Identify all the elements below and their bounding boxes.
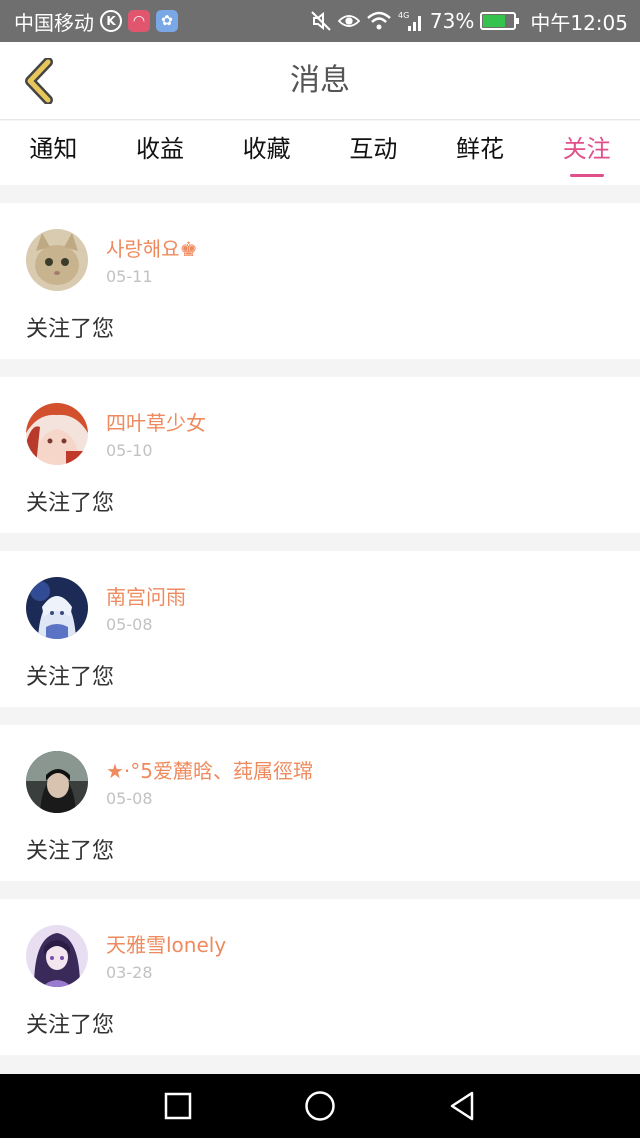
network-label: 4G [398, 11, 409, 20]
wifi-icon [366, 10, 392, 32]
status-bar: 中国移动 K ◠ ✿ 4G 73% 中午12:05 [0, 0, 640, 42]
message-date: 05-08 [106, 789, 153, 808]
list-item[interactable]: 南宫问雨 05-08 关注了您 [0, 551, 640, 707]
status-bar-left: 中国移动 K ◠ ✿ [14, 7, 178, 36]
message-text: 关注了您 [26, 1013, 115, 1038]
status-bar-right: 4G 73% 中午12:05 [310, 7, 628, 36]
page-title: 消息 [290, 63, 350, 98]
signal-icon: 4G [398, 10, 424, 32]
clock: 中午12:05 [530, 10, 628, 35]
battery-icon [480, 12, 520, 30]
chevron-left-icon [25, 58, 53, 104]
username[interactable]: 天雅雪lonely [106, 929, 226, 958]
recent-apps-button[interactable] [107, 1074, 249, 1138]
mute-icon [310, 10, 332, 32]
username[interactable]: 사랑해요♚ [106, 233, 198, 262]
message-text: 关注了您 [26, 839, 115, 864]
paw-app-icon: ✿ [156, 10, 178, 32]
home-button[interactable] [249, 1074, 391, 1138]
message-date: 03-28 [106, 963, 153, 982]
system-nav-bar [0, 1074, 640, 1138]
avatar[interactable] [26, 403, 88, 465]
message-text: 关注了您 [26, 317, 115, 342]
list-item[interactable]: ★·°5爱麓晗、莼属徑瑺 05-08 关注了您 [0, 725, 640, 881]
tab-interaction[interactable]: 互动 [320, 121, 427, 185]
message-text: 关注了您 [26, 491, 115, 516]
tab-bar: 通知 收益 收藏 互动 鲜花 关注 [0, 121, 640, 185]
username[interactable]: 南宫问雨 [106, 581, 186, 610]
recent-apps-icon [164, 1092, 192, 1120]
message-date: 05-10 [106, 441, 153, 460]
username[interactable]: 四叶草少女 [106, 407, 206, 436]
message-text: 关注了您 [26, 665, 115, 690]
carrier-label: 中国移动 [14, 10, 94, 35]
message-date: 05-08 [106, 615, 153, 634]
list-item[interactable]: 사랑해요♚ 05-11 关注了您 [0, 203, 640, 359]
header: 消息 [0, 42, 640, 120]
tab-follow[interactable]: 关注 [533, 121, 640, 185]
tab-notice[interactable]: 通知 [0, 121, 107, 185]
home-icon [305, 1091, 335, 1121]
username[interactable]: ★·°5爱麓晗、莼属徑瑺 [106, 755, 313, 784]
k-circle-icon: K [100, 10, 122, 32]
message-date: 05-11 [106, 267, 153, 286]
tab-earnings[interactable]: 收益 [107, 121, 214, 185]
red-app-icon: ◠ [128, 10, 150, 32]
nav-back-button[interactable] [391, 1074, 533, 1138]
avatar[interactable] [26, 751, 88, 813]
tab-flowers[interactable]: 鲜花 [427, 121, 534, 185]
back-icon [450, 1091, 474, 1121]
avatar[interactable] [26, 577, 88, 639]
back-button[interactable] [14, 54, 64, 108]
eye-icon [337, 10, 360, 32]
avatar[interactable] [26, 925, 88, 987]
list-item[interactable]: 四叶草少女 05-10 关注了您 [0, 377, 640, 533]
message-list: 사랑해요♚ 05-11 关注了您 四叶草少女 05-10 关注了您 南宫问雨 0… [0, 203, 640, 1073]
battery-percent: 73% [429, 9, 475, 33]
avatar[interactable] [26, 229, 88, 291]
tab-favorites[interactable]: 收藏 [213, 121, 320, 185]
battery-fill [483, 15, 506, 27]
list-item[interactable]: 天雅雪lonely 03-28 关注了您 [0, 899, 640, 1055]
